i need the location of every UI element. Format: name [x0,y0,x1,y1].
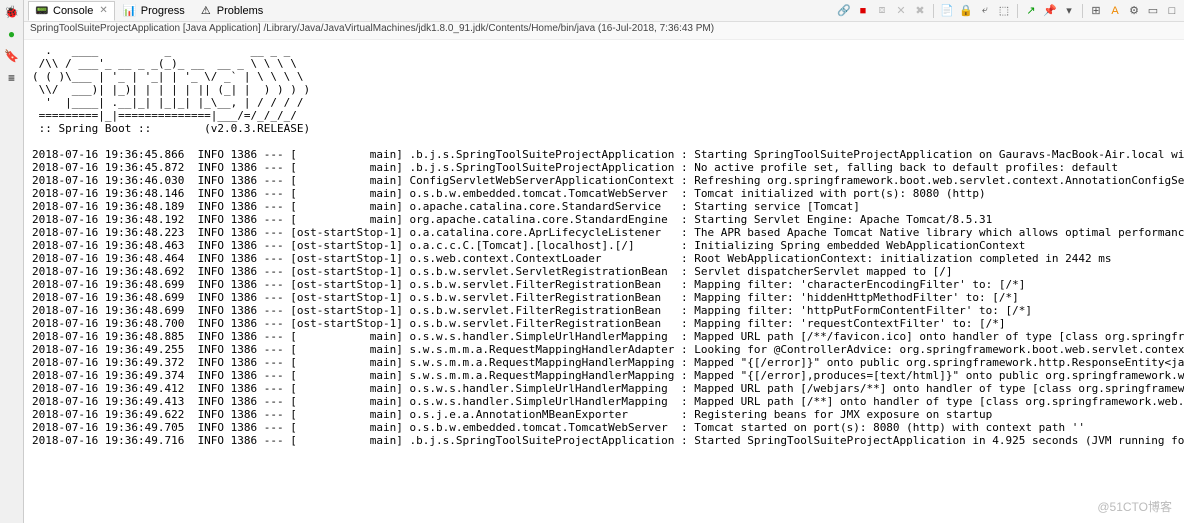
scroll-lock-icon[interactable]: 🔒 [958,3,974,19]
new-console-icon[interactable]: ⊞ [1088,3,1104,19]
remove-all-icon: ✖ [912,3,928,19]
open-console-icon[interactable]: ↗ [1023,3,1039,19]
bookmark-icon[interactable]: 🔖 [4,48,20,64]
tab-progress[interactable]: 📊 Progress [117,2,191,20]
console-toolbar: 🔗■⧈✕✖ 📄🔒⤶⬚ ↗📌▾ ⊞A⚙▭□ [836,3,1180,19]
ansi-icon[interactable]: A [1107,3,1123,19]
pin-icon[interactable]: 📌 [1042,3,1058,19]
tabs-container: 📟 Console ✕ 📊 Progress ⚠ Problems [28,1,269,21]
outline-icon[interactable]: ≡ [4,70,20,86]
settings-icon[interactable]: ⚙ [1126,3,1142,19]
stop-icon[interactable]: ■ [855,3,871,19]
wrap-icon[interactable]: ⤶ [977,3,993,19]
close-icon[interactable]: ✕ [99,5,107,16]
console-tab-icon: 📟 [35,4,49,18]
display-icon[interactable]: ▾ [1061,3,1077,19]
run-configuration-label: SpringToolSuiteProjectApplication [Java … [24,22,1184,40]
watermark: @51CTO博客 [1097,498,1172,515]
tab-label: Console [53,5,93,17]
run-icon[interactable]: ● [4,26,20,42]
debug-icon[interactable]: 🐞 [4,4,20,20]
tab-console[interactable]: 📟 Console ✕ [28,1,115,21]
progress-tab-icon: 📊 [123,4,137,18]
left-gutter: 🐞 ● 🔖 ≡ [0,0,24,523]
problems-tab-icon: ⚠ [199,4,213,18]
toolbar-divider [933,4,934,18]
link-icon[interactable]: 🔗 [836,3,852,19]
remove-icon: ✕ [893,3,909,19]
maximize-icon[interactable]: □ [1164,3,1180,19]
tab-label: Progress [141,5,185,17]
tab-label: Problems [217,5,263,17]
toolbar-divider [1017,4,1018,18]
console-output[interactable]: . ____ _ __ _ _ /\\ / ___'_ __ _ _(_)_ _… [24,40,1184,523]
stop-all-icon: ⧈ [874,3,890,19]
show-icon[interactable]: ⬚ [996,3,1012,19]
minimize-icon[interactable]: ▭ [1145,3,1161,19]
tab-bar: 📟Console✕📊Progress⚠Problems 🔗■⧈✕✖📄🔒⤶⬚↗📌▾… [24,0,1184,22]
tab-problems[interactable]: ⚠ Problems [193,2,269,20]
toolbar-divider [1082,4,1083,18]
main-panel: 📟Console✕📊Progress⚠Problems 🔗■⧈✕✖📄🔒⤶⬚↗📌▾… [24,0,1184,523]
clear-icon[interactable]: 📄 [939,3,955,19]
